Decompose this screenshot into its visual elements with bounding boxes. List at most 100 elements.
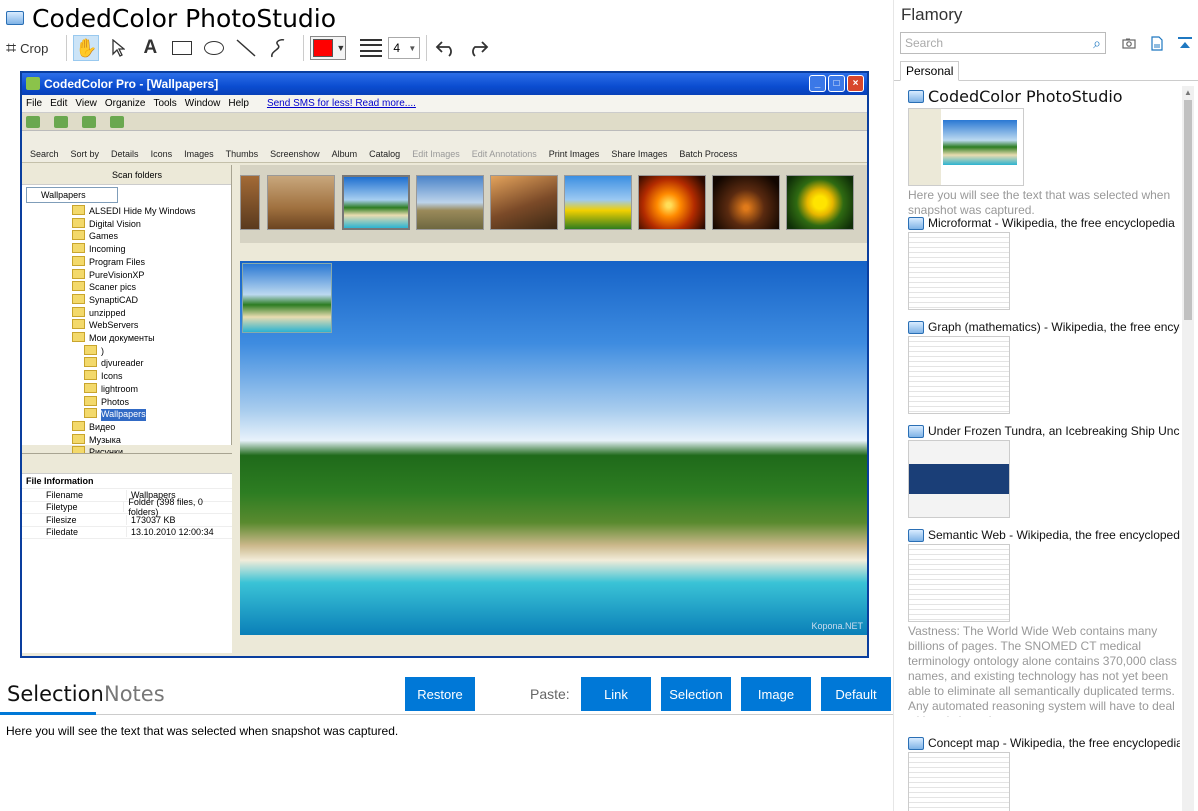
captured-folder: Games (72, 230, 231, 243)
color-picker[interactable]: ▼ (310, 36, 347, 60)
collapse-top-icon[interactable] (1176, 34, 1194, 52)
list-item[interactable]: Graph (mathematics) - Wikipedia, the fre… (908, 320, 1180, 424)
app-window-icon (908, 90, 924, 103)
captured-folder: WebServers (72, 319, 231, 332)
freehand-tool-button[interactable] (265, 35, 291, 61)
captured-menu-item: Window (184, 98, 221, 109)
captured-tool: Details (111, 149, 139, 159)
list-item-header: Microformat - Wikipedia, the free encycl… (908, 216, 1180, 230)
line-width-button[interactable] (360, 35, 383, 61)
paste-link-button[interactable]: Link (581, 677, 651, 711)
list-item-title: Concept map - Wikipedia, the free encycl… (928, 736, 1180, 750)
list-item-thumbnail (908, 440, 1010, 518)
app-window-icon (6, 11, 24, 25)
undo-button[interactable] (433, 35, 459, 61)
captured-folder: PureVisionXP (72, 269, 231, 282)
list-item[interactable]: Concept map - Wikipedia, the free encycl… (908, 736, 1180, 811)
captured-thumbnail-strip (240, 165, 867, 243)
captured-window-titlebar: CodedColor Pro - [Wallpapers] _ □ × (22, 73, 867, 95)
rectangle-tool-button[interactable] (169, 35, 195, 61)
text-tool-button[interactable]: A (137, 35, 163, 61)
captured-thumbnail (786, 175, 854, 230)
captured-menu-item: File (26, 98, 43, 109)
captured-window-title: CodedColor Pro - [Wallpapers] (44, 77, 219, 91)
tab-selection[interactable]: Selection (7, 682, 104, 706)
list-item[interactable]: Semantic Web - Wikipedia, the free encyc… (908, 528, 1180, 736)
captured-quickbar (22, 113, 867, 131)
list-item-header: Graph (mathematics) - Wikipedia, the fre… (908, 320, 1180, 334)
captured-folder: ) (72, 345, 231, 358)
captured-body: Scan folders Wallpapers ALSEDI Hide My W… (22, 165, 867, 656)
captured-thumbnail (416, 175, 484, 230)
paste-image-button[interactable]: Image (741, 677, 811, 711)
captured-folder: lightroom (72, 383, 231, 396)
captured-folder: Incoming (72, 243, 231, 256)
ellipse-icon (204, 41, 225, 55)
snapshot-title-row: CodedColor PhotoStudio (0, 2, 336, 34)
captured-file-info-title: File Information (22, 474, 232, 489)
chevron-down-icon: ▼ (408, 43, 417, 53)
list-item-title: Graph (mathematics) - Wikipedia, the fre… (928, 320, 1180, 334)
ellipse-tool-button[interactable] (201, 35, 227, 61)
captured-properties-toolbar (22, 454, 232, 474)
flamory-window: CodedColor PhotoStudio ⌗ Crop ✋ A ▼ 4 ▼ … (0, 0, 1198, 811)
list-item-title: Microformat - Wikipedia, the free encycl… (928, 216, 1175, 230)
hand-tool-button[interactable]: ✋ (73, 35, 100, 61)
app-window-icon (908, 320, 924, 334)
snapshot-list: CodedColor PhotoStudio Here you will see… (908, 87, 1180, 811)
captured-app-icon (26, 77, 40, 90)
captured-folder: unzipped (72, 307, 231, 320)
line-tool-button[interactable] (233, 35, 259, 61)
scroll-up-icon[interactable]: ▲ (1184, 88, 1192, 97)
app-window-icon (908, 528, 924, 542)
prop-value: 13.10.2010 12:00:34 (131, 527, 214, 538)
search-icon[interactable]: ⌕ (1093, 35, 1101, 52)
captured-folder: Scaner pics (72, 281, 231, 294)
toolbar-separator (303, 35, 305, 61)
captured-menubar: File Edit View Organize Tools Window Hel… (22, 95, 867, 113)
restore-button[interactable]: Restore (405, 677, 475, 711)
captured-tool: Screenshow (270, 149, 320, 159)
sidebar-scrollbar[interactable]: ▲ (1182, 86, 1194, 811)
captured-folder: Музыка (72, 434, 231, 447)
captured-menu-item: View (75, 98, 97, 109)
captured-folder-list: ALSEDI Hide My Windows Digital Vision Ga… (22, 205, 231, 459)
captured-folder-selected-label: Wallpapers (101, 409, 146, 421)
captured-folder-tree: Scan folders Wallpapers ALSEDI Hide My W… (22, 165, 232, 457)
app-window-icon (908, 424, 924, 438)
scrollbar-thumb[interactable] (1184, 100, 1192, 320)
captured-folder: Program Files (72, 256, 231, 269)
captured-folder-combo: Wallpapers (26, 187, 118, 203)
paste-selection-button[interactable]: Selection (661, 677, 731, 711)
paste-default-button[interactable]: Default (821, 677, 891, 711)
undo-icon (436, 41, 453, 57)
captured-viewer-footer (240, 635, 867, 653)
list-item-thumbnail (908, 752, 1010, 811)
search-input[interactable]: Search ⌕ (900, 32, 1106, 54)
captured-navigator (242, 263, 332, 333)
crop-icon: ⌗ (6, 37, 17, 58)
tab-personal[interactable]: Personal (900, 61, 960, 81)
redo-button[interactable] (465, 35, 491, 61)
document-icon[interactable] (1148, 34, 1166, 52)
prop-key: Filedate (22, 527, 127, 538)
captured-image-viewer: Kopona.NET (240, 261, 867, 635)
snapshot-image[interactable]: CodedColor Pro - [Wallpapers] _ □ × File… (20, 71, 869, 658)
tab-notes[interactable]: Notes (104, 682, 165, 706)
select-tool-button[interactable] (105, 35, 131, 61)
captured-tool: Edit Annotations (471, 149, 537, 159)
line-width-select[interactable]: 4 ▼ (388, 37, 421, 59)
captured-tool: Thumbs (225, 149, 259, 159)
captured-scan-row: Scan folders (22, 165, 231, 185)
camera-icon[interactable] (1120, 34, 1138, 52)
list-item[interactable]: Microformat - Wikipedia, the free encycl… (908, 216, 1180, 320)
crop-label: Crop (20, 40, 49, 56)
list-item[interactable]: CodedColor PhotoStudio Here you will see… (908, 87, 1180, 217)
captured-tool: Catalog (369, 149, 401, 159)
captured-window-controls: _ □ × (807, 75, 864, 92)
crop-button[interactable]: ⌗ Crop (0, 35, 54, 61)
captured-prop-row: Filetype Folder (398 files, 0 folders) (22, 497, 232, 517)
list-item[interactable]: Under Frozen Tundra, an Icebreaking Ship… (908, 424, 1180, 528)
maximize-icon: □ (828, 75, 845, 92)
captured-tool: Album (331, 149, 358, 159)
